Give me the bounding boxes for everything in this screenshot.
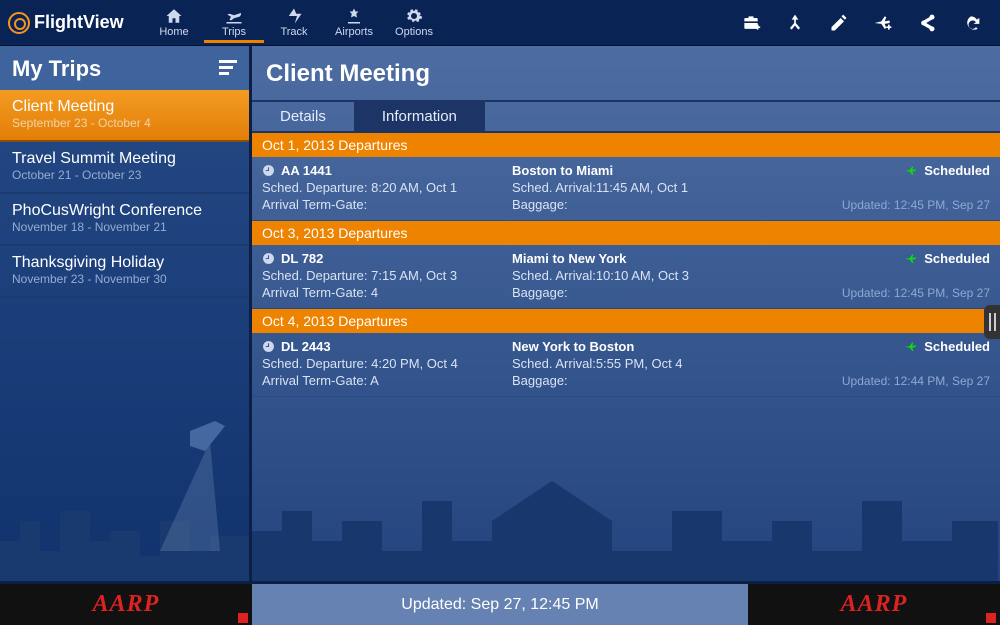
- merge-icon[interactable]: [784, 12, 806, 34]
- trip-name: PhoCusWright Conference: [12, 202, 237, 220]
- nav-items: Home Trips Track Airports Options: [144, 2, 444, 43]
- sched-arrival: Sched. Arrival:10:10 AM, Oct 3: [512, 268, 820, 283]
- ad-right[interactable]: AARP: [748, 584, 1000, 625]
- top-nav: FlightView Home Trips Track Airports Opt…: [0, 0, 1000, 46]
- arrival-gate: Arrival Term-Gate: A: [262, 373, 512, 388]
- trip-name: Thanksgiving Holiday: [12, 254, 237, 272]
- share-icon[interactable]: [916, 12, 938, 34]
- flight-status: Scheduled: [820, 339, 990, 354]
- sort-icon[interactable]: [219, 60, 237, 78]
- sched-arrival: Sched. Arrival:11:45 AM, Oct 1: [512, 180, 820, 195]
- ad-text: AARP: [841, 591, 908, 618]
- plane-icon: [904, 340, 918, 354]
- flight-number: AA 1441: [262, 163, 512, 178]
- group-header: Oct 4, 2013 Departures: [252, 309, 1000, 333]
- nav-home[interactable]: Home: [144, 2, 204, 43]
- baggage: Baggage:: [512, 285, 820, 300]
- updated-text: Updated: Sep 27, 12:45 PM: [401, 596, 598, 614]
- content: Client Meeting Details Information Oct 1…: [252, 46, 1000, 581]
- trip-dates: November 18 - November 21: [12, 220, 237, 234]
- nav-trips[interactable]: Trips: [204, 2, 264, 43]
- sidebar-title: My Trips: [12, 56, 101, 82]
- home-icon: [144, 6, 204, 26]
- content-title: Client Meeting: [252, 46, 1000, 100]
- departure-groups: Oct 1, 2013 Departures AA 1441 Sched. Depa…: [252, 133, 1000, 397]
- nav-label: Trips: [204, 26, 264, 38]
- nav-options[interactable]: Options: [384, 2, 444, 43]
- nav-track[interactable]: Track: [264, 2, 324, 43]
- trip-dates: October 21 - October 23: [12, 168, 237, 182]
- clock-icon: [262, 164, 275, 177]
- top-actions: [740, 12, 996, 34]
- trip-item[interactable]: PhoCusWright Conference November 18 - No…: [0, 194, 249, 246]
- flight-row[interactable]: DL 2443 Sched. Departure: 4:20 PM, Oct 4 A…: [252, 333, 1000, 397]
- content-skyline: [252, 401, 1000, 581]
- trips-icon: [204, 6, 264, 26]
- flight-updated: Updated: 12:44 PM, Sep 27: [820, 374, 990, 388]
- tab-details[interactable]: Details: [252, 102, 354, 131]
- flight-row[interactable]: DL 782 Sched. Departure: 7:15 AM, Oct 3 Ar…: [252, 245, 1000, 309]
- nav-label: Track: [264, 26, 324, 38]
- baggage: Baggage:: [512, 197, 820, 212]
- ad-square-icon: [238, 613, 248, 623]
- flight-status: Scheduled: [820, 163, 990, 178]
- group-header: Oct 1, 2013 Departures: [252, 133, 1000, 157]
- trip-item[interactable]: Client Meeting September 23 - October 4: [0, 90, 249, 142]
- nav-label: Airports: [324, 26, 384, 38]
- track-icon: [264, 6, 324, 26]
- ad-text: AARP: [93, 591, 160, 618]
- brand-eye-icon: [8, 12, 30, 34]
- plane-icon: [904, 164, 918, 178]
- group-header: Oct 3, 2013 Departures: [252, 221, 1000, 245]
- refresh-icon[interactable]: [960, 12, 982, 34]
- trip-name: Client Meeting: [12, 98, 237, 116]
- brand[interactable]: FlightView: [4, 12, 144, 34]
- baggage: Baggage:: [512, 373, 820, 388]
- trip-list: Client Meeting September 23 - October 4 …: [0, 90, 249, 298]
- flight-status: Scheduled: [820, 251, 990, 266]
- ad-square-icon: [986, 613, 996, 623]
- skyline-deco: [0, 381, 249, 581]
- arrival-gate: Arrival Term-Gate:: [262, 197, 512, 212]
- add-flight-icon[interactable]: [872, 12, 894, 34]
- route: New York to Boston: [512, 339, 820, 354]
- nav-airports[interactable]: Airports: [324, 2, 384, 43]
- right-edge-handle[interactable]: [984, 305, 1000, 339]
- detail-tabs: Details Information: [252, 100, 1000, 133]
- sched-departure: Sched. Departure: 4:20 PM, Oct 4: [262, 356, 512, 371]
- flight-number: DL 782: [262, 251, 512, 266]
- ad-left[interactable]: AARP: [0, 584, 252, 625]
- main: My Trips Client Meeting September 23 - O…: [0, 46, 1000, 581]
- sched-departure: Sched. Departure: 7:15 AM, Oct 3: [262, 268, 512, 283]
- flight-updated: Updated: 12:45 PM, Sep 27: [820, 286, 990, 300]
- brand-text: FlightView: [34, 12, 124, 33]
- add-briefcase-icon[interactable]: [740, 12, 762, 34]
- edit-icon[interactable]: [828, 12, 850, 34]
- bottom-bar: AARP Updated: Sep 27, 12:45 PM AARP: [0, 581, 1000, 625]
- airports-icon: [324, 6, 384, 26]
- sidebar-header: My Trips: [0, 46, 249, 90]
- route: Boston to Miami: [512, 163, 820, 178]
- nav-label: Home: [144, 26, 204, 38]
- sidebar: My Trips Client Meeting September 23 - O…: [0, 46, 252, 581]
- nav-label: Options: [384, 26, 444, 38]
- flight-updated: Updated: 12:45 PM, Sep 27: [820, 198, 990, 212]
- options-icon: [384, 6, 444, 26]
- trip-dates: November 23 - November 30: [12, 272, 237, 286]
- trip-item[interactable]: Travel Summit Meeting October 21 - Octob…: [0, 142, 249, 194]
- tab-information[interactable]: Information: [354, 102, 485, 131]
- flight-number: DL 2443: [262, 339, 512, 354]
- updated-bar: Updated: Sep 27, 12:45 PM: [252, 584, 748, 625]
- trip-name: Travel Summit Meeting: [12, 150, 237, 168]
- route: Miami to New York: [512, 251, 820, 266]
- plane-icon: [904, 252, 918, 266]
- sched-departure: Sched. Departure: 8:20 AM, Oct 1: [262, 180, 512, 195]
- trip-dates: September 23 - October 4: [12, 116, 237, 130]
- sched-arrival: Sched. Arrival:5:55 PM, Oct 4: [512, 356, 820, 371]
- clock-icon: [262, 252, 275, 265]
- clock-icon: [262, 340, 275, 353]
- trip-item[interactable]: Thanksgiving Holiday November 23 - Novem…: [0, 246, 249, 298]
- flight-row[interactable]: AA 1441 Sched. Departure: 8:20 AM, Oct 1 A…: [252, 157, 1000, 221]
- arrival-gate: Arrival Term-Gate: 4: [262, 285, 512, 300]
